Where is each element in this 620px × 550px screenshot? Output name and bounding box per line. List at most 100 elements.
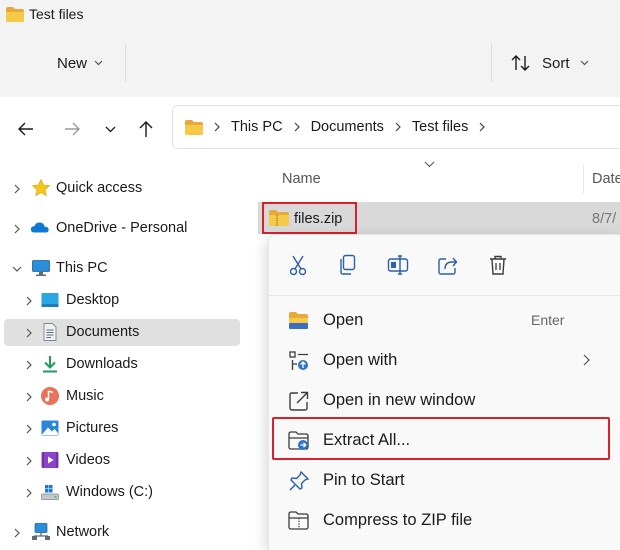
nav-item-videos[interactable]: Videos (4, 447, 240, 474)
chevron-right-icon[interactable] (294, 122, 300, 132)
copy-button[interactable] (332, 250, 364, 280)
share-button[interactable] (432, 250, 464, 280)
folder-icon (184, 119, 204, 136)
nav-item-network[interactable]: Network (4, 519, 240, 546)
nav-item-downloads[interactable]: Downloads (4, 351, 240, 378)
cut-icon (289, 255, 307, 276)
nav-item-label: Music (66, 388, 104, 404)
nav-item-this-pc[interactable]: This PC (4, 255, 240, 282)
chevron-down-icon[interactable] (11, 263, 23, 275)
chevron-right-icon[interactable] (23, 295, 35, 307)
new-window-icon (289, 391, 309, 411)
menu-item-open-with[interactable]: Open with (273, 341, 615, 379)
new-button[interactable]: New (46, 47, 116, 79)
compress-icon (288, 511, 309, 530)
chevron-right-icon[interactable] (479, 122, 486, 132)
folder-icon (5, 6, 25, 23)
column-header-date[interactable]: Date (592, 171, 620, 187)
nav-item-windows-c[interactable]: Windows (C:) (4, 479, 240, 506)
menu-item-label: Open in new window (323, 391, 476, 409)
pictures-icon (41, 420, 59, 436)
sort-button[interactable]: Sort (503, 47, 593, 79)
chevron-down-icon (424, 161, 435, 168)
nav-item-pictures[interactable]: Pictures (4, 415, 240, 442)
delete-button[interactable] (482, 250, 514, 280)
nav-item-label: Downloads (66, 356, 138, 372)
nav-item-desktop[interactable]: Desktop (4, 287, 240, 314)
nav-item-music[interactable]: Music (4, 383, 240, 410)
menu-item-open-new-window[interactable]: Open in new window (273, 381, 615, 419)
rename-button[interactable] (382, 250, 414, 280)
new-button-label: New (57, 54, 88, 72)
chevron-right-icon[interactable] (23, 359, 35, 371)
toolbar-divider (491, 44, 492, 82)
delete-icon (490, 255, 506, 275)
arrow-right-icon (63, 121, 81, 137)
download-icon (43, 356, 57, 373)
menu-item-label: Open (323, 311, 364, 329)
chevron-right-icon[interactable] (23, 391, 35, 403)
open-with-icon (289, 351, 308, 370)
menu-item-open[interactable]: Open Enter (273, 301, 615, 339)
sort-icon (510, 54, 532, 72)
network-icon (32, 523, 50, 540)
nav-item-onedrive[interactable]: OneDrive - Personal (4, 215, 240, 242)
chevron-down-icon (105, 126, 116, 133)
sort-button-label: Sort (542, 54, 570, 72)
cut-button[interactable] (282, 250, 314, 280)
toolbar-divider (125, 44, 126, 82)
nav-item-label: Network (56, 524, 110, 540)
chevron-right-icon[interactable] (23, 423, 35, 435)
menu-item-label: Pin to Start (323, 471, 405, 489)
extract-all-highlight-frame (272, 417, 610, 460)
recent-locations-button[interactable] (98, 117, 122, 141)
breadcrumb-documents[interactable]: Documents (311, 119, 384, 135)
context-menu-quick-actions (269, 235, 620, 295)
menu-separator (269, 295, 620, 296)
menu-item-compress-to-zip[interactable]: Compress to ZIP file (273, 501, 615, 539)
nav-item-label: OneDrive - Personal (56, 220, 188, 236)
title-bar: Test files (0, 0, 620, 30)
navigation-row: This PC Documents Test files (0, 97, 620, 159)
open-folder-icon (289, 312, 308, 329)
menu-item-pin-to-start[interactable]: Pin to Start (273, 461, 615, 499)
up-button[interactable] (134, 117, 158, 141)
forward-button[interactable] (60, 117, 84, 141)
nav-item-documents[interactable]: Documents (4, 319, 240, 346)
column-header-name[interactable]: Name (282, 171, 321, 187)
chevron-right-icon[interactable] (11, 183, 23, 195)
chevron-right-icon[interactable] (23, 327, 35, 339)
chevron-right-icon[interactable] (11, 223, 23, 235)
command-bar: New Sort (0, 30, 620, 97)
chevron-down-icon (94, 60, 103, 66)
nav-item-label: Windows (C:) (66, 484, 154, 500)
arrow-up-icon (138, 120, 154, 138)
pin-icon (289, 470, 310, 491)
nav-item-label: Quick access (56, 180, 143, 196)
back-button[interactable] (14, 117, 38, 141)
chevron-right-icon (583, 354, 590, 366)
drive-icon (41, 485, 59, 500)
menu-item-label: Open with (323, 351, 398, 369)
chevron-right-icon[interactable] (23, 487, 35, 499)
arrow-left-icon (17, 121, 35, 137)
nav-item-label: This PC (56, 260, 108, 276)
nav-item-label: Desktop (66, 292, 120, 308)
chevron-right-icon[interactable] (11, 527, 23, 539)
desktop-icon (41, 293, 59, 307)
breadcrumb-test-files[interactable]: Test files (412, 119, 468, 135)
chevron-right-icon[interactable] (23, 455, 35, 467)
document-icon (43, 323, 57, 341)
nav-item-label: Documents (66, 324, 140, 340)
column-divider[interactable] (583, 165, 584, 193)
navigation-pane: Quick access OneDrive - Personal This PC… (0, 159, 243, 550)
rename-icon (387, 255, 409, 275)
chevron-right-icon[interactable] (395, 122, 401, 132)
nav-item-label: Pictures (66, 420, 119, 436)
address-bar[interactable]: This PC Documents Test files (172, 105, 620, 149)
menu-item-label: Compress to ZIP file (323, 511, 473, 529)
breadcrumb-this-pc[interactable]: This PC (231, 119, 283, 135)
computer-icon (32, 260, 50, 276)
cloud-icon (30, 222, 49, 233)
nav-item-quick-access[interactable]: Quick access (4, 175, 240, 202)
